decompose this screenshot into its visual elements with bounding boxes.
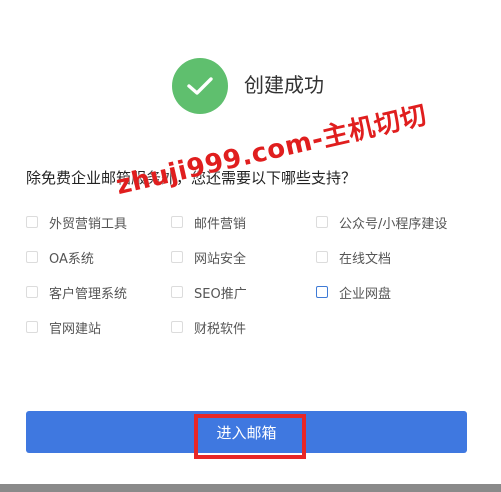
checkbox[interactable] [316,286,328,298]
option-website-building[interactable]: 官网建站 [26,317,101,337]
option-label: 在线文档 [339,251,392,267]
checkbox[interactable] [316,251,328,263]
option-website-security[interactable]: 网站安全 [171,247,246,267]
checkbox[interactable] [26,321,38,333]
checkbox[interactable] [171,251,183,263]
option-label: 邮件营销 [194,216,247,232]
checkbox[interactable] [26,251,38,263]
checkbox[interactable] [171,286,183,298]
option-label: OA系统 [49,251,94,267]
success-title: 创建成功 [244,73,324,97]
option-enterprise-drive[interactable]: 企业网盘 [316,282,391,302]
option-oa-system[interactable]: OA系统 [26,247,94,267]
option-label: 企业网盘 [339,286,392,302]
option-label: 财税软件 [194,321,247,337]
option-label: 外贸营销工具 [49,216,128,232]
checkbox[interactable] [171,216,183,228]
bottom-scroll-bar [0,484,501,492]
option-label: 公众号/小程序建设 [339,216,448,232]
option-label: 网站安全 [194,251,247,267]
success-header: 创建成功 [0,58,501,114]
option-email-marketing[interactable]: 邮件营销 [171,212,246,232]
option-seo[interactable]: SEO推广 [171,282,247,302]
enter-mailbox-label: 进入邮箱 [216,423,277,442]
option-crm[interactable]: 客户管理系统 [26,282,127,302]
option-foreign-trade-marketing[interactable]: 外贸营销工具 [26,212,127,232]
option-label: 官网建站 [49,321,102,337]
enter-mailbox-button[interactable]: 进入邮箱 [26,411,467,453]
option-label: 客户管理系统 [49,286,128,302]
checkbox[interactable] [26,216,38,228]
support-options: 外贸营销工具 邮件营销 公众号/小程序建设 OA系统 网站安全 在线文档 客户管… [26,212,476,342]
support-question: 除免费企业邮箱服务外，您还需要以下哪些支持？ [26,169,357,187]
option-online-docs[interactable]: 在线文档 [316,247,391,267]
option-label: SEO推广 [194,286,247,302]
checkbox[interactable] [316,216,328,228]
option-official-account[interactable]: 公众号/小程序建设 [316,212,447,232]
option-finance-tax[interactable]: 财税软件 [171,317,246,337]
checkbox[interactable] [26,286,38,298]
check-icon [172,58,228,114]
checkbox[interactable] [171,321,183,333]
